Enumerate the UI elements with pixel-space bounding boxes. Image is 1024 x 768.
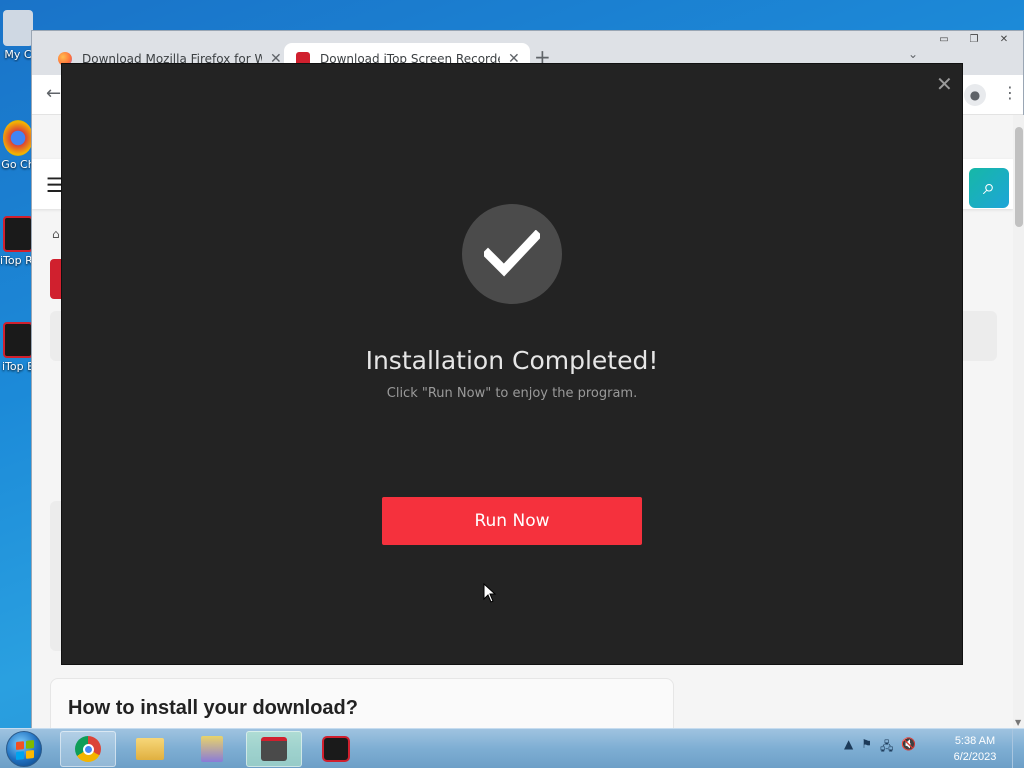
network-icon[interactable]: 🖧: [880, 737, 893, 758]
itop-recorder-icon: [322, 736, 350, 762]
run-now-button[interactable]: Run Now: [382, 497, 642, 545]
scrollbar-thumb[interactable]: [1015, 127, 1023, 227]
taskbar-chrome[interactable]: [60, 731, 116, 767]
clock-date: 6/2/2023: [953, 751, 997, 763]
dialog-title: Installation Completed!: [365, 346, 659, 375]
installer-icon: [261, 737, 287, 761]
show-desktop-button[interactable]: [1012, 729, 1024, 768]
start-button[interactable]: [6, 731, 42, 767]
taskbar-itop-recorder[interactable]: [308, 731, 364, 767]
taskbar: ▲ ⚑ 🖧 🔇 5:38 AM 6/2/2023: [0, 728, 1024, 768]
action-center-icon[interactable]: ⚑: [861, 737, 872, 758]
success-check-icon: [462, 204, 562, 304]
taskbar-archive[interactable]: [184, 731, 240, 767]
minimize-button[interactable]: ▭: [931, 33, 957, 47]
show-hidden-icons-icon[interactable]: ▲: [844, 737, 853, 758]
archive-icon: [201, 736, 223, 762]
restore-button[interactable]: ❐: [961, 33, 987, 47]
search-icon[interactable]: ⌕: [969, 168, 1009, 208]
tab-search-icon[interactable]: ⌄: [908, 47, 918, 61]
volume-icon[interactable]: 🔇: [901, 737, 916, 758]
mouse-cursor-icon: [483, 583, 497, 603]
back-arrow-icon[interactable]: ←: [46, 83, 61, 104]
close-window-button[interactable]: ✕: [991, 33, 1017, 47]
install-heading: How to install your download?: [68, 697, 358, 719]
chrome-icon: [75, 736, 101, 762]
close-icon[interactable]: ✕: [936, 72, 953, 96]
system-tray: ▲ ⚑ 🖧 🔇: [844, 737, 916, 758]
clock[interactable]: 5:38 AM 6/2/2023: [944, 733, 1006, 765]
clock-time: 5:38 AM: [954, 735, 996, 747]
profile-icon[interactable]: ●: [964, 84, 986, 106]
window-controls: ▭ ❐ ✕: [931, 33, 1017, 47]
install-help-card: How to install your download?: [50, 678, 674, 729]
folder-icon: [136, 738, 164, 760]
scroll-down-icon[interactable]: ▼: [1015, 718, 1021, 727]
installer-dialog: ✕ Installation Completed! Click "Run Now…: [61, 63, 963, 665]
taskbar-explorer[interactable]: [122, 731, 178, 767]
page-scrollbar[interactable]: ▼: [1013, 115, 1024, 729]
dialog-subtitle: Click "Run Now" to enjoy the program.: [386, 386, 638, 401]
windows-logo-icon: [16, 740, 34, 760]
menu-icon[interactable]: ⋮: [1002, 83, 1018, 102]
taskbar-installer[interactable]: [246, 731, 302, 767]
home-icon[interactable]: ⌂: [52, 227, 60, 241]
